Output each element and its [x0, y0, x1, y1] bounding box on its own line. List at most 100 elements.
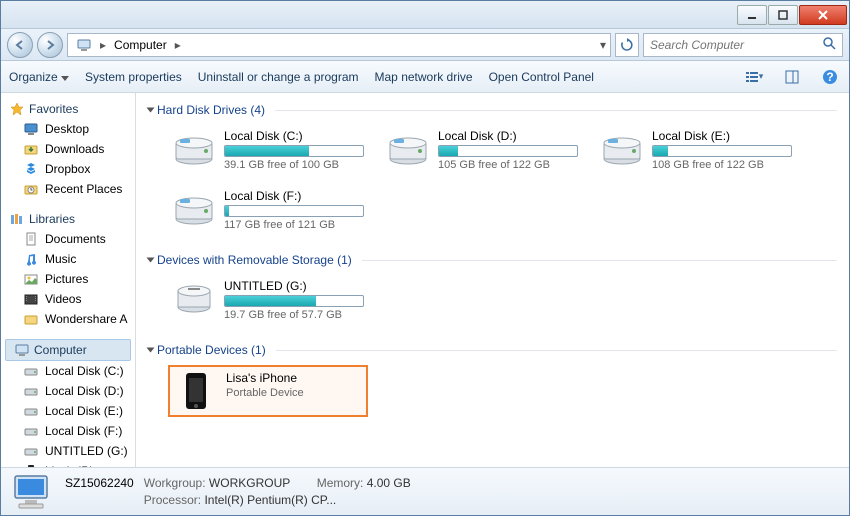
sidebar-item-label: Local Disk (C:)	[45, 364, 124, 378]
sidebar-item-label: Dropbox	[45, 162, 90, 176]
memory-value: 4.00 GB	[367, 476, 411, 490]
drive-icon	[600, 129, 644, 169]
sidebar-item-label: Wondershare A	[45, 312, 128, 326]
workgroup-label: Workgroup:	[144, 476, 206, 490]
chevron-right-icon[interactable]: ▸	[98, 38, 108, 52]
computer-icon	[14, 342, 30, 358]
hdd-section-header[interactable]: Hard Disk Drives (4)	[148, 99, 837, 121]
favorites-label: Favorites	[29, 102, 78, 116]
drive-item[interactable]: Local Disk (F:) 117 GB free of 121 GB	[168, 185, 368, 235]
computer-icon[interactable]	[70, 34, 98, 56]
drive-name: Local Disk (D:)	[438, 129, 578, 143]
usage-bar	[224, 145, 364, 157]
control-panel-button[interactable]: Open Control Panel	[489, 70, 594, 84]
forward-button[interactable]	[37, 32, 63, 58]
body: Favorites Desktop Downloads Dropbox Rece…	[1, 93, 849, 467]
collapse-icon	[147, 108, 155, 113]
sidebar-item-documents[interactable]: Documents	[1, 229, 135, 249]
sidebar-item-downloads[interactable]: Downloads	[1, 139, 135, 159]
sidebar-item-disk-g[interactable]: UNTITLED (G:)	[1, 441, 135, 461]
search-input[interactable]	[650, 38, 836, 52]
sidebar-item-pictures[interactable]: Pictures	[1, 269, 135, 289]
divider	[276, 350, 837, 351]
refresh-button[interactable]	[615, 33, 639, 57]
hdd-section: Hard Disk Drives (4) Local Disk (C:)39.1…	[148, 99, 837, 239]
disk-icon	[23, 443, 39, 459]
search-box[interactable]	[643, 33, 843, 57]
maximize-button[interactable]	[768, 5, 798, 25]
sidebar-item-music[interactable]: Music	[1, 249, 135, 269]
portable-section-header[interactable]: Portable Devices (1)	[148, 339, 837, 361]
disk-icon	[23, 403, 39, 419]
sidebar-item-label: Recent Places	[45, 182, 122, 196]
favorites-header[interactable]: Favorites	[1, 99, 135, 119]
computer-label: Computer	[34, 343, 87, 357]
address-bar[interactable]: ▸ Computer ▸ ▾	[67, 33, 611, 57]
drive-item[interactable]: UNTITLED (G:)19.7 GB free of 57.7 GB	[168, 275, 368, 325]
minimize-button[interactable]	[737, 5, 767, 25]
portable-section: Portable Devices (1) Lisa's iPhonePortab…	[148, 339, 837, 421]
titlebar	[1, 1, 849, 29]
drive-icon	[172, 189, 216, 229]
removable-section-header[interactable]: Devices with Removable Storage (1)	[148, 249, 837, 271]
preview-pane-button[interactable]	[781, 66, 803, 88]
back-button[interactable]	[7, 32, 33, 58]
search-icon[interactable]	[822, 36, 836, 53]
free-space-text: 117 GB free of 121 GB	[224, 219, 364, 231]
sidebar-item-desktop[interactable]: Desktop	[1, 119, 135, 139]
libraries-header[interactable]: Libraries	[1, 209, 135, 229]
close-button[interactable]	[799, 5, 847, 25]
chevron-right-icon[interactable]: ▸	[173, 38, 183, 52]
removable-section: Devices with Removable Storage (1) UNTIT…	[148, 249, 837, 329]
drive-name: Local Disk (E:)	[652, 129, 792, 143]
view-options-button[interactable]: ▾	[743, 66, 765, 88]
sidebar-item-videos[interactable]: Videos	[1, 289, 135, 309]
collapse-icon	[147, 258, 155, 263]
sidebar-item-label: Local Disk (F:)	[45, 424, 122, 438]
free-space-text: 105 GB free of 122 GB	[438, 159, 578, 171]
map-drive-button[interactable]: Map network drive	[375, 70, 473, 84]
sidebar-item-disk-d[interactable]: Local Disk (D:)	[1, 381, 135, 401]
organize-menu[interactable]: Organize	[9, 70, 69, 84]
sidebar-item-recent[interactable]: Recent Places	[1, 179, 135, 199]
section-label: Portable Devices (1)	[157, 343, 266, 357]
drive-icon	[172, 129, 216, 169]
processor-value: Intel(R) Pentium(R) CP...	[204, 493, 336, 507]
drive-item[interactable]: Local Disk (D:) 105 GB free of 122 GB	[382, 125, 582, 175]
usage-bar	[438, 145, 578, 157]
videos-icon	[23, 291, 39, 307]
computer-header[interactable]: Computer	[5, 339, 131, 361]
divider	[362, 260, 837, 261]
section-label: Hard Disk Drives (4)	[157, 103, 265, 117]
svg-text:?: ?	[826, 70, 833, 84]
sidebar-item-disk-f[interactable]: Local Disk (F:)	[1, 421, 135, 441]
free-space-text: 19.7 GB free of 57.7 GB	[224, 309, 364, 321]
drive-name: Local Disk (F:)	[224, 189, 364, 203]
history-dropdown-icon[interactable]: ▾	[598, 38, 608, 52]
computer-name: SZ15062240	[65, 476, 134, 490]
usage-bar	[224, 295, 364, 307]
sidebar-item-disk-e[interactable]: Local Disk (E:)	[1, 401, 135, 421]
sidebar-item-disk-c[interactable]: Local Disk (C:)	[1, 361, 135, 381]
sidebar-item-label: Pictures	[45, 272, 88, 286]
free-space-text: 39.1 GB free of 100 GB	[224, 159, 364, 171]
drive-icon	[172, 279, 216, 319]
sidebar-item-label: Videos	[45, 292, 81, 306]
help-button[interactable]: ?	[819, 66, 841, 88]
breadcrumb-computer[interactable]: Computer	[108, 34, 173, 56]
sidebar-item-label: Music	[45, 252, 76, 266]
sidebar-item-label: UNTITLED (G:)	[45, 444, 128, 458]
memory-label: Memory:	[317, 476, 364, 490]
sidebar: Favorites Desktop Downloads Dropbox Rece…	[1, 93, 136, 467]
hdd-drives: Local Disk (C:)39.1 GB free of 100 GB Loc…	[148, 121, 837, 239]
disk-icon	[23, 363, 39, 379]
libraries-label: Libraries	[29, 212, 75, 226]
drive-item[interactable]: Local Disk (C:)39.1 GB free of 100 GB	[168, 125, 368, 175]
portable-device-item[interactable]: Lisa's iPhonePortable Device	[168, 365, 368, 417]
sidebar-item-dropbox[interactable]: Dropbox	[1, 159, 135, 179]
system-properties-button[interactable]: System properties	[85, 70, 182, 84]
uninstall-program-button[interactable]: Uninstall or change a program	[198, 70, 359, 84]
sidebar-item-wondershare[interactable]: Wondershare A	[1, 309, 135, 329]
desktop-icon	[23, 121, 39, 137]
drive-item[interactable]: Local Disk (E:)108 GB free of 122 GB	[596, 125, 796, 175]
